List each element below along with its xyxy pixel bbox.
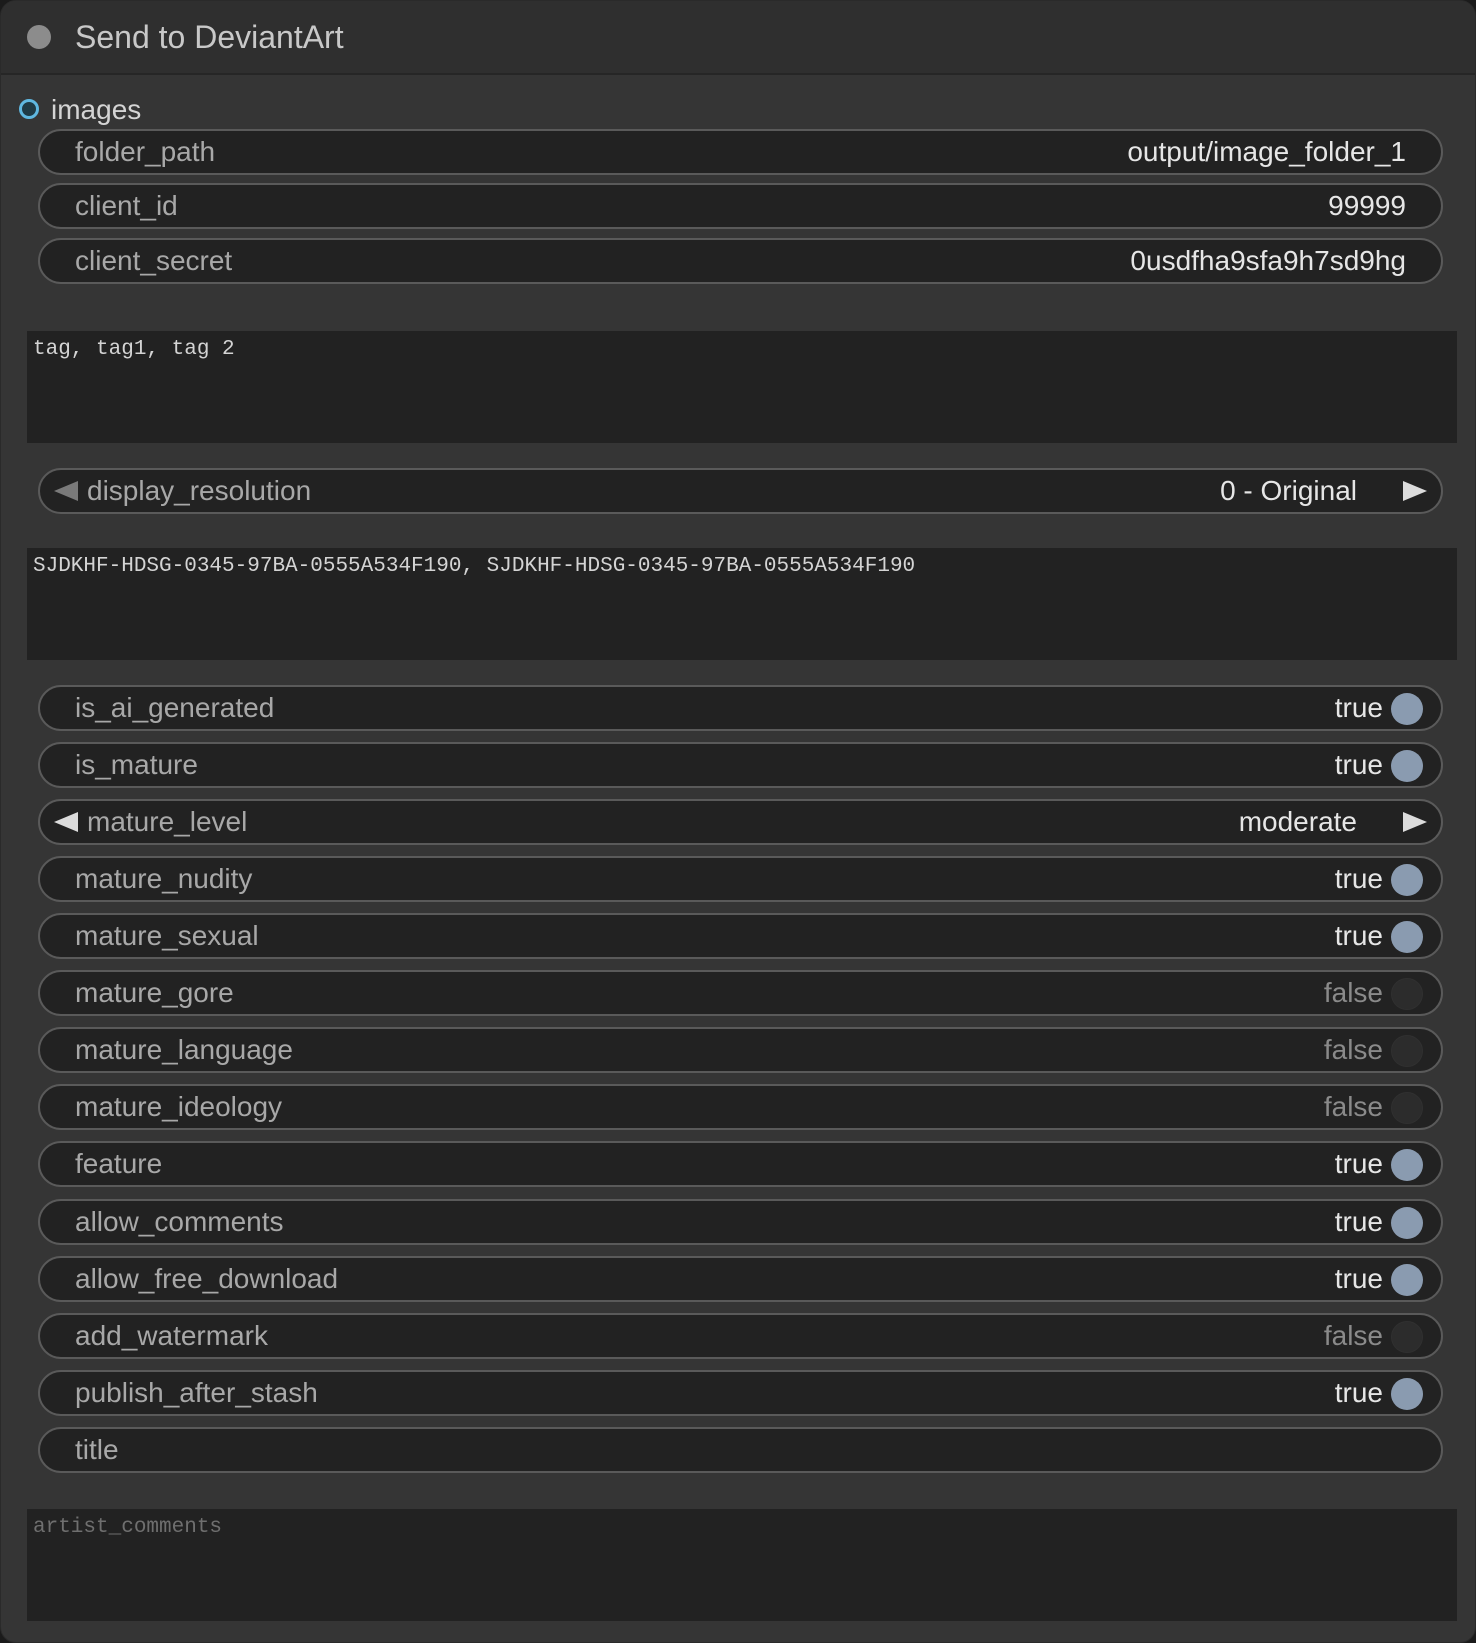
allow-comments-toggle[interactable]: allow_comments true <box>38 1199 1443 1245</box>
client-secret-widget[interactable]: client_secret 0usdfha9sfa9h7sd9hg <box>38 238 1443 284</box>
widget-label: allow_free_download <box>75 1263 339 1294</box>
mature-language-toggle[interactable]: mature_language false <box>38 1027 1443 1073</box>
toggle-knob-icon <box>1391 1321 1423 1353</box>
input-slot-dot-icon[interactable] <box>19 99 39 119</box>
toggle-knob-icon <box>1391 978 1423 1010</box>
widget-value: 0 - Original <box>1220 475 1357 506</box>
arrow-right-icon[interactable] <box>1403 481 1427 501</box>
client-id-widget[interactable]: client_id 99999 <box>38 183 1443 229</box>
widget-label: mature_ideology <box>75 1091 283 1122</box>
arrow-right-icon[interactable] <box>1403 812 1427 832</box>
mature-ideology-toggle[interactable]: mature_ideology false <box>38 1084 1443 1130</box>
toggle-knob-icon <box>1391 1149 1423 1181</box>
collapse-dot-icon[interactable] <box>27 25 51 49</box>
widget-label: is_ai_generated <box>75 692 275 723</box>
toggle-value: true <box>1334 1206 1383 1237</box>
toggle-knob-icon <box>1391 921 1423 953</box>
publish-after-stash-toggle[interactable]: publish_after_stash true <box>38 1370 1443 1416</box>
arrow-left-icon[interactable] <box>54 812 78 832</box>
toggle-value: true <box>1334 920 1383 951</box>
title-widget[interactable]: title <box>38 1427 1443 1473</box>
is-mature-toggle[interactable]: is_mature true <box>38 742 1443 788</box>
arrow-left-icon[interactable] <box>54 481 78 501</box>
mature-nudity-toggle[interactable]: mature_nudity true <box>38 856 1443 902</box>
toggle-knob-icon <box>1391 1207 1423 1239</box>
widget-label: mature_language <box>75 1034 293 1065</box>
toggle-value: true <box>1334 1148 1383 1179</box>
toggle-value: true <box>1334 749 1383 780</box>
toggle-value: true <box>1334 1263 1383 1294</box>
artist-comments-textarea[interactable]: artist_comments <box>27 1509 1457 1621</box>
node-title: Send to DeviantArt <box>75 19 344 55</box>
toggle-value: false <box>1323 1091 1383 1122</box>
toggle-knob-icon <box>1391 750 1423 782</box>
mature-gore-toggle[interactable]: mature_gore false <box>38 970 1443 1016</box>
widget-label: publish_after_stash <box>75 1377 318 1408</box>
toggle-value: false <box>1323 1034 1383 1065</box>
mature-level-combo[interactable]: mature_level moderate <box>38 799 1443 845</box>
widget-label: is_mature <box>75 749 198 780</box>
widget-value: 0usdfha9sfa9h7sd9hg <box>1130 245 1406 276</box>
toggle-value: true <box>1334 1377 1383 1408</box>
add-watermark-toggle[interactable]: add_watermark false <box>38 1313 1443 1359</box>
node-titlebar[interactable]: Send to DeviantArt <box>1 1 1475 75</box>
toggle-knob-icon <box>1391 1264 1423 1296</box>
tags-textarea[interactable]: tag, tag1, tag 2 <box>27 331 1457 443</box>
feature-toggle[interactable]: feature true <box>38 1141 1443 1187</box>
folder-path-widget[interactable]: folder_path output/image_folder_1 <box>38 129 1443 175</box>
toggle-knob-icon <box>1391 1378 1423 1410</box>
toggle-knob-icon <box>1391 864 1423 896</box>
input-slot-label: images <box>51 94 142 125</box>
widget-value: output/image_folder_1 <box>1127 136 1406 167</box>
widget-label: display_resolution <box>87 475 312 506</box>
widget-label: add_watermark <box>75 1320 268 1351</box>
widget-value: moderate <box>1238 806 1357 837</box>
toggle-value: true <box>1334 863 1383 894</box>
widget-label: mature_level <box>87 806 248 837</box>
widget-label: client_id <box>75 190 178 221</box>
toggle-knob-icon <box>1391 1035 1423 1067</box>
widget-label: folder_path <box>75 136 216 167</box>
toggle-value: false <box>1323 1320 1383 1351</box>
toggle-value: false <box>1323 977 1383 1008</box>
allow-free-download-toggle[interactable]: allow_free_download true <box>38 1256 1443 1302</box>
widget-label: client_secret <box>75 245 233 276</box>
widget-label: mature_nudity <box>75 863 253 894</box>
widget-label: mature_sexual <box>75 920 259 951</box>
toggle-knob-icon <box>1391 1092 1423 1124</box>
send-to-deviantart-node: Send to DeviantArt images folder_path ou… <box>0 0 1476 1643</box>
widget-value: 99999 <box>1328 190 1406 221</box>
mature-sexual-toggle[interactable]: mature_sexual true <box>38 913 1443 959</box>
widget-label: title <box>75 1434 119 1465</box>
is-ai-generated-toggle[interactable]: is_ai_generated true <box>38 685 1443 731</box>
display-resolution-combo[interactable]: display_resolution 0 - Original <box>38 468 1443 514</box>
ids-textarea[interactable]: SJDKHF-HDSG-0345-97BA-0555A534F190, SJDK… <box>27 548 1457 660</box>
widget-label: mature_gore <box>75 977 234 1008</box>
toggle-knob-icon <box>1391 693 1423 725</box>
widget-label: allow_comments <box>75 1206 284 1237</box>
widget-label: feature <box>75 1148 163 1179</box>
toggle-value: true <box>1334 692 1383 723</box>
